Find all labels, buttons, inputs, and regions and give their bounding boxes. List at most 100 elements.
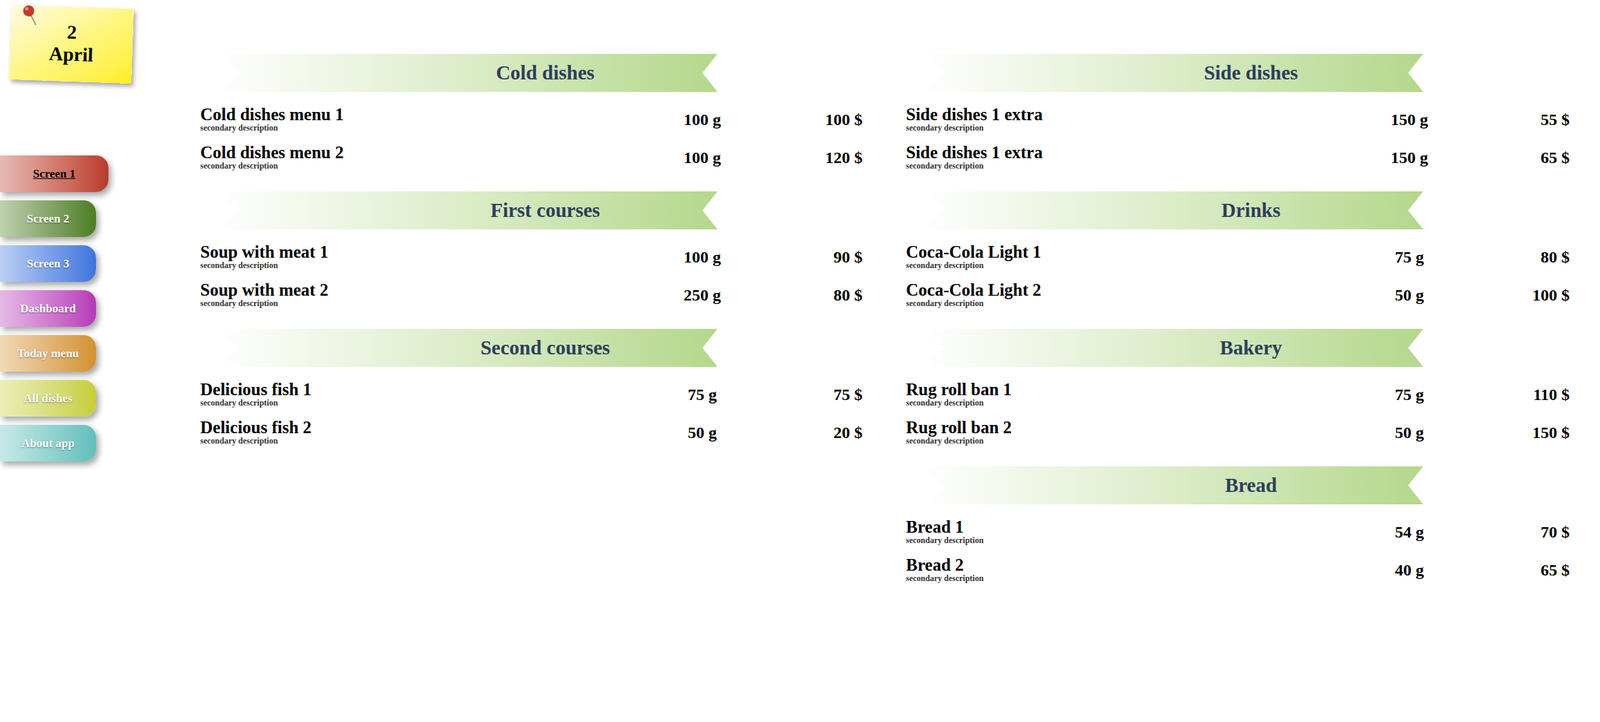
dish-price: 100 $	[1457, 282, 1570, 308]
dish-name: Coca-Cola Light 1	[905, 243, 1362, 262]
dish-price: 110 $	[1457, 381, 1570, 407]
dish-name: Side dishes 1 extra	[905, 105, 1362, 124]
dish-row[interactable]: Side dishes 1 extrasecondary description…	[905, 100, 1570, 139]
dish-description: secondary description	[200, 261, 654, 271]
section-banner: Bakery	[919, 328, 1424, 367]
menu-column: Side dishesSide dishes 1 extrasecondary …	[905, 53, 1570, 722]
dish-description: secondary description	[905, 123, 1362, 133]
dish-name: Coca-Cola Light 2	[905, 281, 1362, 300]
dish-description: secondary description	[200, 299, 654, 308]
nav-button[interactable]: Today menu	[0, 334, 96, 372]
dish-price: 75 $	[750, 381, 863, 407]
menu-section: Side dishesSide dishes 1 extrasecondary …	[905, 53, 1570, 177]
menu-section: Cold dishesCold dishes menu 1secondary d…	[200, 53, 863, 177]
nav-menu: Screen 1 Screen 2 Screen 3 Dashboard Today m…	[0, 155, 201, 462]
dish-description: secondary description	[905, 573, 1362, 583]
dish-name: Bread 1	[905, 517, 1362, 536]
menu-board: Cold dishesCold dishes menu 1secondary d…	[200, 0, 1600, 722]
dish-price: 55 $	[1457, 107, 1570, 132]
nav-button[interactable]: Screen 3	[0, 245, 96, 282]
pin-icon	[20, 3, 41, 28]
dish-description: secondary description	[905, 299, 1362, 308]
dish-name: Soup with meat 1	[200, 243, 654, 262]
date-day: 2	[66, 22, 78, 42]
section-banner: Second courses	[214, 328, 718, 367]
dish-row[interactable]: Rug roll ban 2secondary description50 g1…	[905, 412, 1570, 451]
section-banner: Cold dishes	[214, 53, 718, 92]
dish-weight: 50 g	[1361, 419, 1458, 445]
dish-weight: 250 g	[653, 282, 751, 308]
date-note: 2April	[8, 4, 134, 84]
dish-row[interactable]: Soup with meat 1secondary description100…	[200, 237, 863, 276]
dish-price: 20 $	[750, 419, 863, 445]
dish-price: 65 $	[1457, 145, 1570, 170]
dish-price: 80 $	[1457, 244, 1570, 270]
dish-weight: 100 g	[653, 244, 751, 270]
dish-name: Cold dishes menu 1	[200, 105, 654, 124]
dish-row[interactable]: Cold dishes menu 2secondary description1…	[200, 138, 863, 177]
dish-row[interactable]: Side dishes 1 extrasecondary description…	[905, 138, 1570, 177]
dish-row[interactable]: Bread 1secondary description54 g70 $	[905, 512, 1570, 551]
section-title: Bread	[1225, 470, 1277, 501]
section-title: Drinks	[1221, 195, 1281, 226]
section-title: Side dishes	[1203, 58, 1298, 89]
dish-weight: 150 g	[1361, 145, 1458, 170]
dish-weight: 50 g	[653, 419, 751, 445]
section-title: Second courses	[480, 332, 611, 364]
nav-button[interactable]: About app	[0, 424, 96, 462]
section-banner: Side dishes	[919, 53, 1424, 92]
dish-description: secondary description	[905, 436, 1362, 446]
dish-price: 90 $	[750, 244, 863, 270]
dish-row[interactable]: Bread 2secondary description40 g65 $	[905, 550, 1570, 589]
dish-description: secondary description	[200, 398, 654, 408]
menu-section: Second coursesDelicious fish 1secondary …	[200, 328, 863, 451]
nav-button[interactable]: Screen 2	[0, 200, 96, 237]
dish-row[interactable]: Soup with meat 2secondary description250…	[200, 275, 863, 314]
nav-button[interactable]: Dashboard	[0, 290, 96, 327]
dish-row[interactable]: Delicious fish 2secondary description50 …	[200, 412, 863, 451]
dish-row[interactable]: Cold dishes menu 1secondary description1…	[200, 100, 863, 139]
section-title: Bakery	[1219, 332, 1282, 364]
dish-weight: 100 g	[653, 107, 751, 132]
dish-weight: 75 g	[1361, 381, 1458, 407]
dish-weight: 100 g	[653, 145, 751, 170]
dish-price: 150 $	[1457, 419, 1570, 445]
dish-name: Delicious fish 1	[200, 380, 654, 399]
section-title: Cold dishes	[495, 58, 595, 89]
section-banner: Bread	[919, 466, 1424, 505]
dish-price: 70 $	[1457, 519, 1570, 545]
dish-name: Soup with meat 2	[200, 281, 654, 300]
dish-row[interactable]: Coca-Cola Light 1secondary description75…	[905, 237, 1570, 276]
section-title: First courses	[490, 195, 601, 226]
menu-section: First coursesSoup with meat 1secondary d…	[200, 191, 863, 314]
section-banner: Drinks	[919, 191, 1424, 230]
nav-button[interactable]: Screen 1	[0, 155, 109, 192]
dish-price: 65 $	[1457, 557, 1570, 583]
menu-column: Cold dishesCold dishes menu 1secondary d…	[200, 53, 863, 722]
dish-weight: 150 g	[1361, 107, 1458, 132]
sidebar: 2April Screen 1 Screen 2 Screen 3 Dashboard T…	[0, 0, 201, 722]
dish-name: Rug roll ban 1	[905, 380, 1362, 399]
dish-description: secondary description	[200, 123, 654, 133]
dish-description: secondary description	[905, 398, 1362, 408]
dish-row[interactable]: Rug roll ban 1secondary description75 g1…	[905, 374, 1570, 413]
dish-description: secondary description	[200, 436, 654, 446]
date-month: April	[49, 40, 94, 67]
dish-weight: 50 g	[1361, 282, 1458, 308]
dish-weight: 75 g	[653, 381, 751, 407]
dish-description: secondary description	[905, 161, 1362, 171]
nav-button[interactable]: All dishes	[0, 379, 96, 417]
dish-row[interactable]: Coca-Cola Light 2secondary description50…	[905, 275, 1570, 314]
dish-price: 120 $	[750, 145, 863, 170]
dish-description: secondary description	[905, 261, 1362, 271]
dish-weight: 75 g	[1361, 244, 1458, 270]
dish-weight: 40 g	[1361, 557, 1458, 583]
menu-section: BakeryRug roll ban 1secondary descriptio…	[905, 328, 1570, 451]
dish-name: Bread 2	[905, 555, 1362, 574]
dish-description: secondary description	[200, 161, 654, 171]
dish-price: 100 $	[750, 107, 863, 132]
dish-row[interactable]: Delicious fish 1secondary description75 …	[200, 374, 863, 413]
dish-description: secondary description	[905, 535, 1362, 545]
section-banner: First courses	[214, 191, 718, 230]
dish-name: Side dishes 1 extra	[905, 143, 1362, 162]
